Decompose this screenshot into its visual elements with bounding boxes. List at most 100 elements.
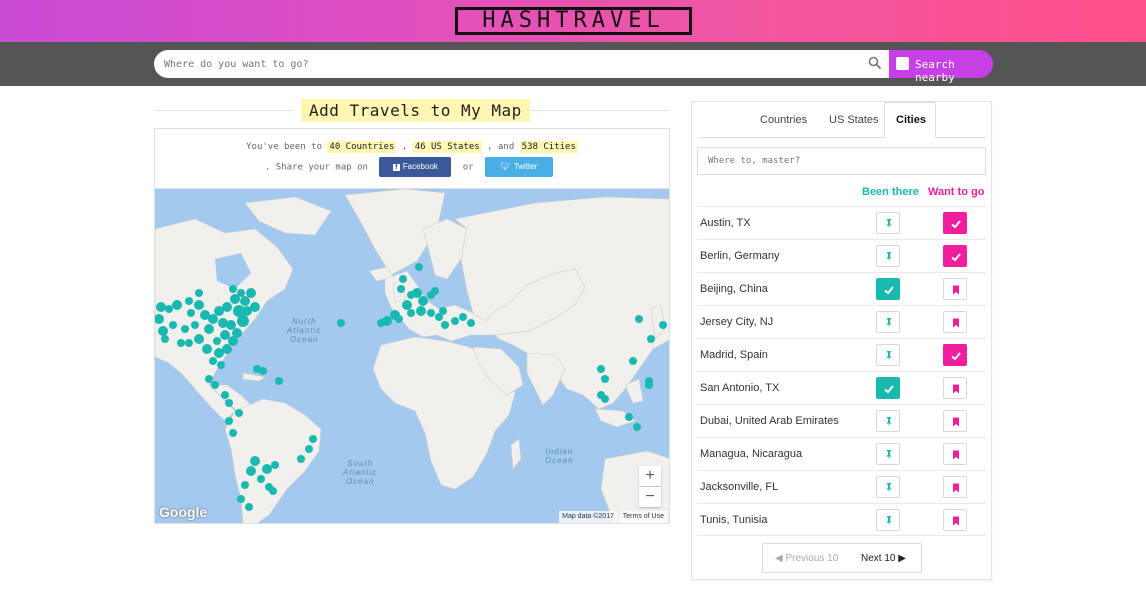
been-there-button[interactable] bbox=[876, 410, 900, 432]
tab-countries[interactable]: Countries bbox=[760, 114, 807, 126]
city-name: San Antonio, TX bbox=[700, 382, 780, 394]
been-there-button[interactable] bbox=[876, 443, 900, 465]
bookmark-icon bbox=[953, 450, 959, 460]
city-row: Madrid, Spain bbox=[697, 338, 986, 371]
top-header: HASHTRAVEL bbox=[0, 0, 1146, 42]
facebook-share-button[interactable]: f Facebook bbox=[379, 157, 452, 177]
city-row: Managua, Nicaragua bbox=[697, 437, 986, 470]
city-name: Jacksonville, FL bbox=[700, 481, 779, 493]
cities-count: 538 Cities bbox=[519, 141, 578, 153]
been-there-button[interactable] bbox=[876, 509, 900, 531]
been-there-button[interactable] bbox=[876, 377, 900, 399]
ocean-label-indian: Indian Ocean bbox=[545, 447, 574, 465]
city-name: Madrid, Spain bbox=[700, 349, 768, 361]
been-there-button[interactable] bbox=[876, 212, 900, 234]
zoom-out-button[interactable]: − bbox=[639, 487, 661, 507]
want-to-go-button[interactable] bbox=[943, 476, 967, 498]
want-to-go-button[interactable] bbox=[943, 212, 967, 234]
pagination: ◀︎ Previous 10 Next 10 ▶︎ bbox=[762, 543, 922, 573]
checkmark-icon bbox=[884, 286, 894, 295]
tab-us-states[interactable]: US States bbox=[829, 114, 879, 126]
pin-icon bbox=[886, 252, 892, 262]
been-there-header: Been there bbox=[862, 186, 919, 198]
destination-search-input[interactable] bbox=[164, 50, 854, 78]
city-name: Jersey City, NJ bbox=[700, 316, 774, 328]
want-to-go-button[interactable] bbox=[943, 410, 967, 432]
want-to-go-button[interactable] bbox=[943, 245, 967, 267]
stats-separator: , and bbox=[487, 142, 515, 152]
city-search-input[interactable] bbox=[708, 148, 978, 174]
zoom-in-button[interactable]: + bbox=[639, 466, 661, 486]
want-to-go-button[interactable] bbox=[943, 311, 967, 333]
next-page-label: Next 10 bbox=[861, 553, 896, 564]
want-to-go-button[interactable] bbox=[943, 377, 967, 399]
want-to-go-button[interactable] bbox=[943, 443, 967, 465]
bookmark-icon bbox=[953, 516, 959, 526]
previous-page-label: Previous 10 bbox=[785, 553, 839, 564]
want-to-go-button[interactable] bbox=[943, 509, 967, 531]
twitter-share-button[interactable]: 🐦︎ Twitter bbox=[485, 157, 554, 177]
world-map bbox=[155, 189, 669, 523]
share-prefix: . Share your map on bbox=[264, 162, 368, 173]
pin-icon bbox=[886, 219, 892, 229]
tab-cities[interactable]: Cities bbox=[896, 114, 926, 126]
checkmark-icon bbox=[884, 385, 894, 394]
twitter-icon: 🐦︎ bbox=[500, 162, 511, 171]
stats-separator: , bbox=[401, 142, 408, 152]
bookmark-icon bbox=[953, 384, 959, 394]
city-row: Austin, TX bbox=[697, 206, 986, 239]
bookmark-icon bbox=[953, 417, 959, 427]
been-there-button[interactable] bbox=[876, 245, 900, 267]
pin-icon bbox=[886, 450, 892, 460]
been-there-button[interactable] bbox=[876, 344, 900, 366]
checkmark-icon bbox=[951, 220, 961, 229]
city-row: Jacksonville, FL bbox=[697, 470, 986, 503]
facebook-icon: f bbox=[392, 164, 400, 171]
ocean-label-south-atlantic: South Atlantic Ocean bbox=[343, 459, 378, 486]
pin-icon bbox=[886, 516, 892, 526]
travels-panel: Countries US States Cities Been there Wa… bbox=[691, 101, 992, 580]
search-nearby-label: Search nearby bbox=[915, 58, 955, 84]
hashtravel-logo[interactable]: HASHTRAVEL bbox=[455, 7, 692, 35]
travel-map[interactable]: North Atlantic Ocean South Atlantic Ocean In… bbox=[154, 188, 670, 524]
city-row: Tunis, Tunisia bbox=[697, 503, 986, 536]
city-name: Berlin, Germany bbox=[700, 250, 780, 262]
city-search bbox=[697, 147, 986, 175]
city-name: Dubai, United Arab Emirates bbox=[700, 415, 839, 427]
previous-page-button[interactable]: ◀︎ Previous 10 bbox=[775, 553, 838, 564]
facebook-label: Facebook bbox=[402, 162, 438, 171]
been-there-button[interactable] bbox=[876, 278, 900, 300]
stats-prefix: You've been to bbox=[246, 142, 322, 152]
want-to-go-button[interactable] bbox=[943, 278, 967, 300]
map-data-attribution: Map data ©2017 bbox=[559, 511, 617, 523]
share-row: . Share your map on f Facebook or 🐦︎ Twitt… bbox=[155, 157, 669, 177]
city-row: Berlin, Germany bbox=[697, 239, 986, 272]
search-nearby-checkbox[interactable] bbox=[896, 57, 909, 70]
want-to-go-header: Want to go bbox=[928, 186, 985, 198]
city-row: San Antonio, TX bbox=[697, 371, 986, 404]
search-nearby-toggle[interactable]: Search nearby bbox=[889, 50, 993, 84]
checkmark-icon bbox=[951, 253, 961, 262]
heading-divider-left bbox=[154, 110, 294, 111]
ocean-label-north-atlantic: North Atlantic Ocean bbox=[287, 317, 322, 344]
chevron-right-icon: ▶︎ bbox=[898, 553, 906, 564]
pin-icon bbox=[886, 351, 892, 361]
stats-summary: You've been to 40 Countries , 46 US Stat… bbox=[155, 141, 669, 153]
heading-divider-right bbox=[528, 110, 670, 111]
want-to-go-button[interactable] bbox=[943, 344, 967, 366]
terms-of-use-link[interactable]: Terms of Use bbox=[619, 511, 667, 523]
been-there-button[interactable] bbox=[876, 476, 900, 498]
tabs-bar: Countries US States Cities bbox=[698, 102, 986, 138]
city-row: Dubai, United Arab Emirates bbox=[697, 404, 986, 437]
bookmark-icon bbox=[953, 285, 959, 295]
next-page-button[interactable]: Next 10 ▶︎ bbox=[861, 553, 906, 564]
share-or: or bbox=[462, 162, 474, 173]
pin-icon bbox=[886, 417, 892, 427]
city-row: Jersey City, NJ bbox=[697, 305, 986, 338]
page-title: Add Travels to My Map bbox=[301, 99, 530, 122]
search-icon[interactable] bbox=[868, 56, 882, 70]
been-there-button[interactable] bbox=[876, 311, 900, 333]
google-logo: Google bbox=[159, 504, 208, 520]
city-row: Beijing, China bbox=[697, 272, 986, 305]
chevron-left-icon: ◀︎ bbox=[775, 553, 783, 564]
